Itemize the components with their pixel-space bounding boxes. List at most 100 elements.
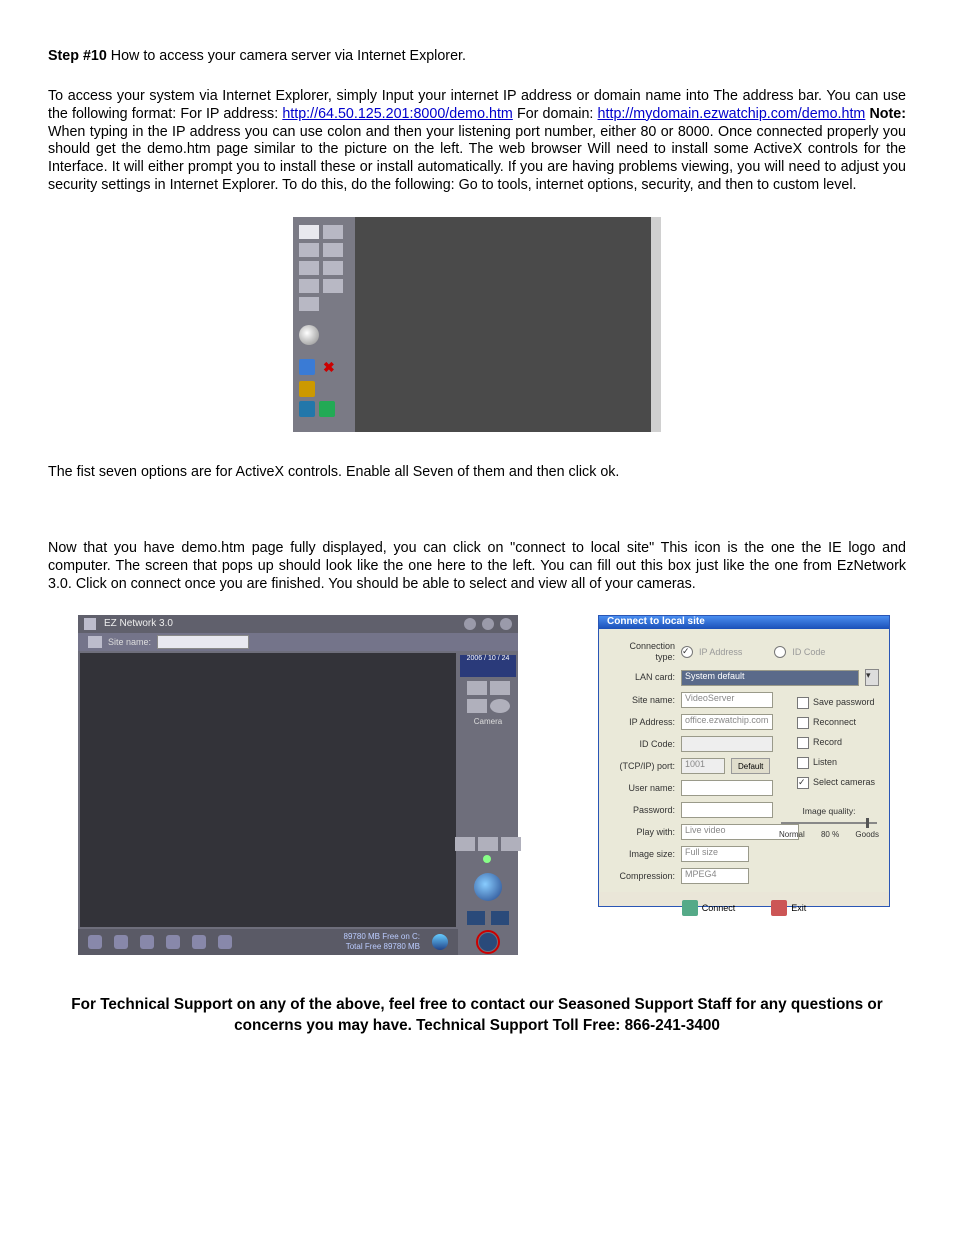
ptz-control-icon[interactable] — [474, 873, 502, 901]
chk-listen[interactable] — [797, 757, 809, 769]
chk-record[interactable] — [797, 737, 809, 749]
layout-control-column: ✖ — [299, 225, 347, 417]
exit-button[interactable]: Exit — [771, 900, 806, 916]
bot-icon-1[interactable] — [467, 911, 485, 925]
port-default-button[interactable]: Default — [731, 758, 770, 774]
dialog-checkbox-column: Save password Reconnect Record Listen Se… — [797, 697, 875, 789]
layout-3x3-icon[interactable] — [299, 261, 319, 275]
radio-idcode-label: ID Code — [792, 647, 825, 658]
eznetwork-window: EZ Network 3.0 Site name: 2006 / 10 / 24… — [78, 615, 518, 955]
side-layout-icon-2[interactable] — [490, 681, 510, 695]
conn-type-label: Connection type: — [609, 641, 675, 664]
chk-reconnect[interactable] — [797, 717, 809, 729]
side-layout-icon-1[interactable] — [467, 681, 487, 695]
bot-icon-2[interactable] — [491, 911, 509, 925]
chk-record-label: Record — [813, 737, 842, 748]
side-layout-icon-3[interactable] — [467, 699, 487, 713]
connect-paragraph: Now that you have demo.htm page fully di… — [48, 540, 906, 594]
eznetwork-title-text: EZ Network 3.0 — [104, 618, 173, 631]
view-toggle-icon[interactable] — [88, 636, 102, 648]
layout-4b-icon[interactable] — [323, 279, 343, 293]
lan-label: LAN card: — [609, 672, 675, 683]
layout-2a-icon[interactable] — [323, 225, 343, 239]
tool-icon-2[interactable] — [299, 401, 315, 417]
chk-reconnect-label: Reconnect — [813, 717, 856, 728]
ip-address-input[interactable]: office.ezwatchip.com — [681, 714, 773, 730]
chk-savepw-label: Save password — [813, 697, 875, 708]
comp-label: Compression: — [609, 871, 675, 882]
status-icon-3[interactable] — [140, 935, 154, 949]
chk-savepw[interactable] — [797, 697, 809, 709]
ip-label: IP Address: — [609, 717, 675, 728]
quality-normal-label: Normal — [779, 830, 805, 840]
chk-selcam[interactable] — [797, 777, 809, 789]
status-icon-6[interactable] — [218, 935, 232, 949]
side-icon-c[interactable] — [501, 837, 521, 851]
layout-3b-icon[interactable] — [323, 261, 343, 275]
tool-icon-3[interactable] — [319, 401, 335, 417]
min-button[interactable] — [464, 618, 476, 630]
pass-label: Password: — [609, 805, 675, 816]
intro-text-2: For domain: — [517, 106, 598, 122]
status-icon-5[interactable] — [192, 935, 206, 949]
disconnect-x-icon[interactable]: ✖ — [323, 359, 335, 377]
play-icon[interactable] — [299, 325, 319, 345]
domain-link[interactable]: http://mydomain.ezwatchip.com/demo.htm — [598, 106, 866, 122]
image-quality-block: Image quality: Normal 80 % Goods — [779, 806, 879, 841]
camera-label: Camera — [474, 717, 502, 727]
site-name-label: Site name: — [108, 637, 151, 648]
port-input[interactable]: 1001 — [681, 758, 725, 774]
exit-button-icon — [771, 900, 787, 916]
mic-icon-circled[interactable] — [479, 933, 497, 951]
dialog-title-bar: Connect to local site — [599, 616, 889, 629]
site-name-dropdown[interactable] — [157, 635, 249, 649]
port-label: (TCP/IP) port: — [609, 761, 675, 772]
side-play-icon[interactable] — [490, 699, 510, 713]
layout-2x2-icon[interactable] — [299, 243, 319, 257]
free-space-text: 89780 MB Free on C: Total Free 89780 MB — [344, 932, 420, 952]
tool-icon-1[interactable] — [299, 381, 315, 397]
password-input[interactable] — [681, 802, 773, 818]
close-button[interactable] — [500, 618, 512, 630]
ip-link[interactable]: http://64.50.125.201:8000/demo.htm — [282, 106, 513, 122]
screenshot-row-2: EZ Network 3.0 Site name: 2006 / 10 / 24… — [48, 615, 906, 955]
connect-dialog: Connect to local site Connection type: I… — [598, 615, 890, 907]
lan-select[interactable]: System default — [681, 670, 859, 686]
connect-icon[interactable] — [299, 359, 315, 375]
eznetwork-mic-cell — [458, 929, 518, 955]
status-icon-1[interactable] — [88, 935, 102, 949]
layout-4x4-icon[interactable] — [299, 279, 319, 293]
site-label: Site name: — [609, 695, 675, 706]
layout-2b-icon[interactable] — [323, 243, 343, 257]
image-size-select[interactable]: Full size — [681, 846, 749, 862]
globe-icon[interactable] — [432, 934, 448, 950]
connect-button-label: Connect — [702, 903, 736, 914]
lan-dropdown-arrow[interactable]: ▾ — [865, 669, 879, 686]
side-icon-b[interactable] — [478, 837, 498, 851]
status-icon-4[interactable] — [166, 935, 180, 949]
idcode-input[interactable] — [681, 736, 773, 752]
radio-idcode[interactable] — [774, 646, 786, 658]
username-input[interactable] — [681, 780, 773, 796]
radio-ip[interactable] — [681, 646, 693, 658]
compression-select[interactable]: MPEG4 — [681, 868, 749, 884]
date-block: 2006 / 10 / 24 — [460, 655, 516, 677]
quality-good-label: Goods — [855, 830, 879, 840]
max-button[interactable] — [482, 618, 494, 630]
chk-listen-label: Listen — [813, 757, 837, 768]
status-icon-2[interactable] — [114, 935, 128, 949]
connect-button-icon — [682, 900, 698, 916]
quality-slider[interactable] — [781, 822, 877, 824]
layout-1x1-icon[interactable] — [299, 225, 319, 239]
side-icon-a[interactable] — [455, 837, 475, 851]
step-heading: Step #10 How to access your camera serve… — [48, 48, 906, 66]
eznetwork-title-bar: EZ Network 3.0 — [78, 615, 518, 633]
layout-5x5-icon[interactable] — [299, 297, 319, 311]
activex-paragraph: The fist seven options are for ActiveX c… — [48, 464, 906, 482]
eznetwork-video-area — [80, 653, 456, 927]
eznetwork-status-bar: 89780 MB Free on C: Total Free 89780 MB — [78, 929, 458, 955]
dialog-title-text: Connect to local site — [607, 616, 705, 629]
connect-button[interactable]: Connect — [682, 900, 736, 916]
eznetwork-side-panel: 2006 / 10 / 24 Camera — [458, 651, 518, 929]
site-name-input[interactable]: VideoServer — [681, 692, 773, 708]
